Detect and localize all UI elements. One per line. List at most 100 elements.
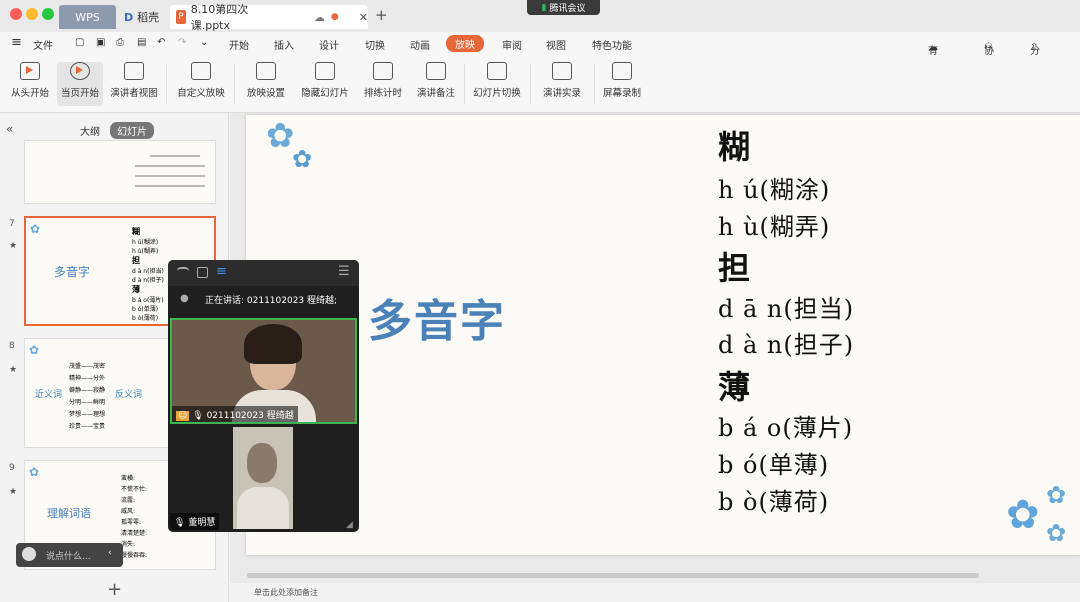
ribbon-divider [530, 64, 531, 104]
export-icon[interactable]: ▣ [96, 37, 105, 48]
ribbon-divider [166, 64, 167, 104]
print-icon[interactable]: ⎙ [116, 37, 124, 48]
rehearse-button[interactable]: 排练计时 [358, 62, 408, 106]
speaker-notes-button[interactable]: 演讲备注 [414, 62, 458, 106]
record-button[interactable]: 演讲实录 [536, 62, 588, 106]
preview-icon[interactable]: ▤ [137, 37, 146, 48]
cloud-icon: ☁ [313, 10, 325, 24]
collapse-panel-icon[interactable]: « [6, 122, 13, 136]
polyphone-char: 薄 [718, 368, 751, 406]
slide-number: 8 [9, 341, 15, 351]
show-setup-button[interactable]: 放映设置 [240, 62, 292, 106]
thumb-text: b ó(单薄) [132, 306, 159, 313]
text-line [135, 165, 205, 167]
thumb-text: 珍贵——宝贵 [69, 423, 106, 430]
notes-field[interactable]: 单击此处添加备注 [230, 583, 1080, 602]
meeting-indicator[interactable]: ▮ 腾讯会议 [527, 0, 600, 15]
resize-handle-icon[interactable]: ◢ [346, 520, 353, 530]
thumb-text: d ā n(担当) [132, 268, 164, 275]
menu-special[interactable]: 特色功能 [592, 37, 632, 52]
slide-thumbnail[interactable] [24, 140, 216, 204]
play-current-icon [70, 62, 90, 80]
notes-icon [426, 62, 446, 80]
thumb-text: h ù(糊弄) [132, 248, 159, 255]
thumb-synonym-title: 近义词 [35, 390, 63, 400]
notes-label: 演讲备注 [416, 88, 455, 99]
screen-record-button[interactable]: 屏幕录制 [600, 62, 644, 106]
slide-switch-button[interactable]: 幻灯片切换 [470, 62, 524, 106]
minimize-window-icon[interactable] [26, 8, 38, 20]
add-slide-icon[interactable]: + [107, 579, 122, 600]
tab-wps[interactable]: WPS [59, 5, 116, 29]
from-current-button[interactable]: 当页开始 [57, 62, 103, 106]
rehearse-label: 排练计时 [363, 88, 402, 99]
unsaved-dot-icon: ● [330, 12, 339, 22]
from-start-button[interactable]: 从头开始 [8, 62, 52, 106]
more-icon[interactable]: ⌄ [200, 37, 208, 48]
new-tab-icon[interactable]: + [375, 6, 388, 24]
thumb-text: 威风: [121, 508, 136, 515]
list-view-icon[interactable]: ≡ [216, 264, 227, 279]
animation-star-icon: ★ [9, 241, 18, 251]
redo-icon[interactable]: ↷ [178, 37, 186, 48]
screen-record-label: 屏幕录制 [602, 88, 641, 99]
presenter-label: 演讲者视图 [110, 88, 158, 99]
hide-slide-icon [315, 62, 335, 80]
menu-design[interactable]: 设计 [319, 37, 339, 52]
menu-review[interactable]: 审阅 [502, 37, 522, 52]
close-tab-icon[interactable]: ✕ [359, 11, 368, 24]
thumb-text: 清清楚楚: [121, 530, 148, 537]
smile-icon [22, 547, 36, 561]
person-hair [244, 324, 302, 364]
close-window-icon[interactable] [10, 8, 22, 20]
hide-slide-button[interactable]: 隐藏幻灯片 [298, 62, 352, 106]
menu-show[interactable]: 放映 [446, 35, 484, 52]
title-tab-bar: WPS D 稻壳 P 8.10第四次课.pptx ☁ ● ✕ + ▮ 腾讯会议 [0, 0, 1080, 32]
timer-icon [373, 62, 393, 80]
tab-document-label: 8.10第四次课.pptx [190, 3, 249, 32]
menu-start[interactable]: 开始 [229, 37, 249, 52]
menu-view[interactable]: 视图 [546, 37, 566, 52]
tab-outline[interactable]: 大纲 [80, 123, 100, 138]
menu-animation[interactable]: 动画 [410, 37, 430, 52]
pinyin-line: d ā n(担当) [718, 295, 855, 323]
horizontal-scrollbar[interactable] [247, 573, 979, 578]
tab-document[interactable]: P 8.10第四次课.pptx ☁ ● ✕ [170, 3, 368, 32]
tab-daoke-label: 稻壳 [137, 11, 160, 24]
slide-number: 9 [9, 463, 15, 473]
pinyin-line: b á o(薄片) [718, 414, 854, 442]
hamburger-icon[interactable]: ≡ [11, 35, 22, 50]
menu-insert[interactable]: 插入 [274, 37, 294, 52]
window-icon[interactable] [197, 267, 208, 278]
from-current-label: 当页开始 [60, 88, 99, 99]
meeting-video-window[interactable]: ≡ ☰ ● 正在讲话: 0211102023 程绮越; ☺ 🎙 02111020… [168, 260, 359, 532]
thumb-text: d à n(担子) [132, 277, 164, 284]
avatar-icon: ☺ [176, 411, 190, 421]
custom-show-button[interactable]: 自定义放映 [174, 62, 228, 106]
chevron-left-icon[interactable]: ‹ [108, 548, 112, 558]
daoke-icon: D [124, 10, 134, 24]
record-label: 演讲实录 [542, 88, 581, 99]
participant-name: 董明慧 [188, 518, 216, 528]
participant-video[interactable] [233, 427, 293, 529]
menu-file[interactable]: 文件 [33, 37, 53, 52]
save-icon[interactable]: ▢ [75, 37, 84, 48]
ribbon-divider [234, 64, 235, 104]
panel-toggle-icon[interactable]: ☰ [338, 264, 350, 279]
person-body [237, 487, 289, 529]
undo-icon[interactable]: ↶ [157, 37, 165, 48]
tab-daoke[interactable]: D 稻壳 [120, 5, 170, 29]
thumb-text: b ò(薄荷) [132, 315, 159, 322]
zoom-window-icon[interactable] [42, 8, 54, 20]
menu-switch[interactable]: 切换 [365, 37, 385, 52]
wps-window: WPS D 稻壳 P 8.10第四次课.pptx ☁ ● ✕ + ▮ 腾讯会议 ≡ … [0, 0, 1080, 602]
flower-decoration-icon: ✿ [29, 343, 40, 357]
animation-star-icon: ★ [9, 487, 18, 497]
presenter-view-button[interactable]: 演讲者视图 [108, 62, 160, 106]
chat-input[interactable]: 说点什么... ‹ [16, 543, 123, 567]
minimize-icon[interactable] [177, 267, 189, 271]
tab-slides[interactable]: 幻灯片 [110, 122, 154, 139]
participant-video-active[interactable]: ☺ 🎙 0211102023 程绮越 [170, 318, 357, 424]
flower-decoration-icon: ✿ [266, 116, 295, 156]
thumb-text: 薄 [132, 285, 140, 294]
